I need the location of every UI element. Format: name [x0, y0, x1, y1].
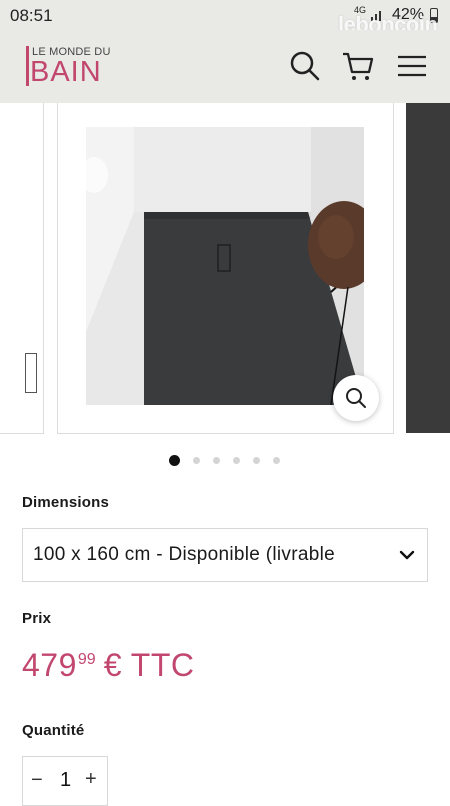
carousel-dot-3[interactable]: [213, 457, 220, 464]
dimensions-label: Dimensions: [22, 494, 110, 511]
product-image[interactable]: [86, 127, 364, 405]
current-slide[interactable]: [57, 103, 394, 434]
chevron-down-icon: [399, 550, 415, 560]
carousel-dot-1[interactable]: [169, 455, 180, 466]
menu-icon[interactable]: [396, 50, 428, 82]
product-image-carousel[interactable]: [0, 103, 450, 443]
next-slide[interactable]: [406, 103, 450, 433]
zoom-icon: [346, 388, 366, 408]
carousel-dot-2[interactable]: [193, 457, 200, 464]
quantity-value[interactable]: 1: [60, 769, 71, 792]
site-header: LE MONDE DU BAIN: [0, 30, 450, 103]
price-label: Prix: [22, 610, 52, 627]
price-cents: 99: [77, 651, 96, 668]
carousel-dot-6[interactable]: [273, 457, 280, 464]
carousel-pagination: [0, 454, 450, 468]
dimensions-select[interactable]: 100 x 160 cm - Disponible (livrable: [22, 528, 428, 582]
brand-logo[interactable]: LE MONDE DU BAIN: [24, 42, 114, 90]
dimensions-selected-value: 100 x 160 cm - Disponible (livrable: [33, 544, 335, 565]
quantity-decrease-button[interactable]: −: [31, 769, 43, 792]
previous-slide[interactable]: [0, 103, 44, 434]
quantity-increase-button[interactable]: +: [85, 768, 97, 791]
logo-main-text: BAIN: [30, 56, 102, 88]
status-bar: 08:51 4G 42% leboncoin: [0, 0, 450, 37]
price-value: 47999 € TTC: [22, 647, 195, 684]
logo-bar: [26, 46, 29, 86]
zoom-button[interactable]: [333, 375, 379, 421]
quantity-label: Quantité: [22, 722, 85, 739]
carousel-dot-4[interactable]: [233, 457, 240, 464]
cart-icon[interactable]: [342, 50, 374, 82]
quantity-stepper: − 1 +: [22, 756, 108, 806]
price-integer: 479: [22, 647, 77, 683]
carousel-dot-5[interactable]: [253, 457, 260, 464]
shower-tray-image: [86, 127, 364, 405]
status-time: 08:51: [10, 6, 53, 25]
search-icon[interactable]: [289, 50, 321, 82]
slide-tag: [25, 353, 37, 393]
price-currency: € TTC: [103, 647, 195, 683]
